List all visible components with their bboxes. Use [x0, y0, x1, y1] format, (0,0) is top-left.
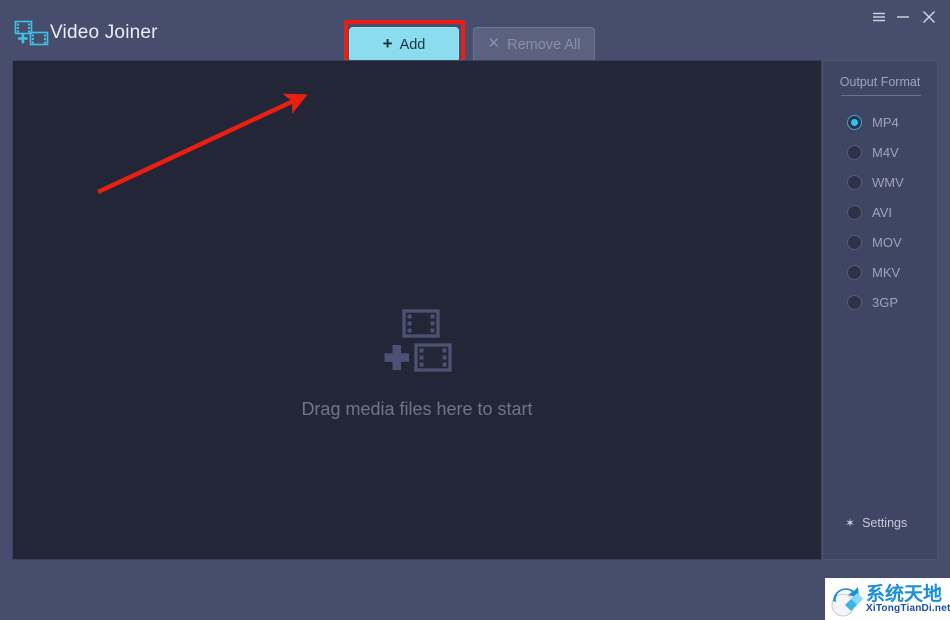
minimize-icon[interactable]	[892, 6, 914, 28]
radio-mp4[interactable]	[847, 115, 862, 130]
radio-wmv[interactable]	[847, 175, 862, 190]
radio-m4v[interactable]	[847, 145, 862, 160]
site-watermark: 系统天地 XiTongTianDi.net	[825, 578, 950, 620]
radio-mov[interactable]	[847, 235, 862, 250]
format-option-mov[interactable]: MOV	[847, 235, 902, 250]
plus-icon: +	[383, 35, 393, 52]
format-option-m4v[interactable]: M4V	[847, 145, 899, 160]
format-option-avi[interactable]: AVI	[847, 205, 892, 220]
format-label-avi: AVI	[872, 205, 892, 220]
hamburger-menu-icon[interactable]	[868, 6, 890, 28]
video-joiner-window: Video Joiner	[0, 0, 950, 620]
recycle-arrows-logo-icon	[827, 581, 865, 620]
radio-avi[interactable]	[847, 205, 862, 220]
format-option-3gp[interactable]: 3GP	[847, 295, 898, 310]
bottom-bar: Output folder: D:/tools/桌面/下载吧/Video Joi…	[0, 560, 950, 620]
media-drop-area[interactable]: Drag media files here to start	[12, 60, 822, 560]
format-option-mkv[interactable]: MKV	[847, 265, 900, 280]
drop-area-text: Drag media files here to start	[13, 399, 821, 420]
format-label-mov: MOV	[872, 235, 902, 250]
settings-button[interactable]: ✶ Settings	[845, 516, 907, 530]
output-format-sidebar: Output Format MP4 M4V WMV AVI MOV MKV	[822, 60, 938, 560]
format-label-3gp: 3GP	[872, 295, 898, 310]
remove-all-button[interactable]: ✕ Remove All	[473, 27, 595, 62]
output-format-title: Output Format	[823, 75, 937, 89]
format-option-mp4[interactable]: MP4	[847, 115, 899, 130]
add-media-film-icon	[381, 307, 453, 384]
output-format-divider	[841, 95, 921, 96]
format-label-wmv: WMV	[872, 175, 904, 190]
format-label-m4v: M4V	[872, 145, 899, 160]
watermark-en-text: XiTongTianDi.net	[866, 603, 950, 614]
gear-icon: ✶	[845, 516, 855, 530]
close-icon[interactable]	[918, 6, 940, 28]
remove-all-button-label: Remove All	[507, 37, 580, 53]
format-label-mp4: MP4	[872, 115, 899, 130]
format-option-wmv[interactable]: WMV	[847, 175, 904, 190]
add-button[interactable]: + Add	[349, 27, 459, 62]
format-label-mkv: MKV	[872, 265, 900, 280]
settings-label: Settings	[862, 516, 907, 530]
watermark-cn-text: 系统天地	[866, 579, 942, 606]
add-button-label: Add	[400, 37, 426, 53]
page-title: Video Joiner	[50, 22, 158, 44]
radio-mkv[interactable]	[847, 265, 862, 280]
title-bar: Video Joiner	[0, 0, 950, 60]
radio-3gp[interactable]	[847, 295, 862, 310]
video-joiner-logo-icon	[14, 20, 50, 46]
close-x-icon: ✕	[488, 36, 501, 51]
